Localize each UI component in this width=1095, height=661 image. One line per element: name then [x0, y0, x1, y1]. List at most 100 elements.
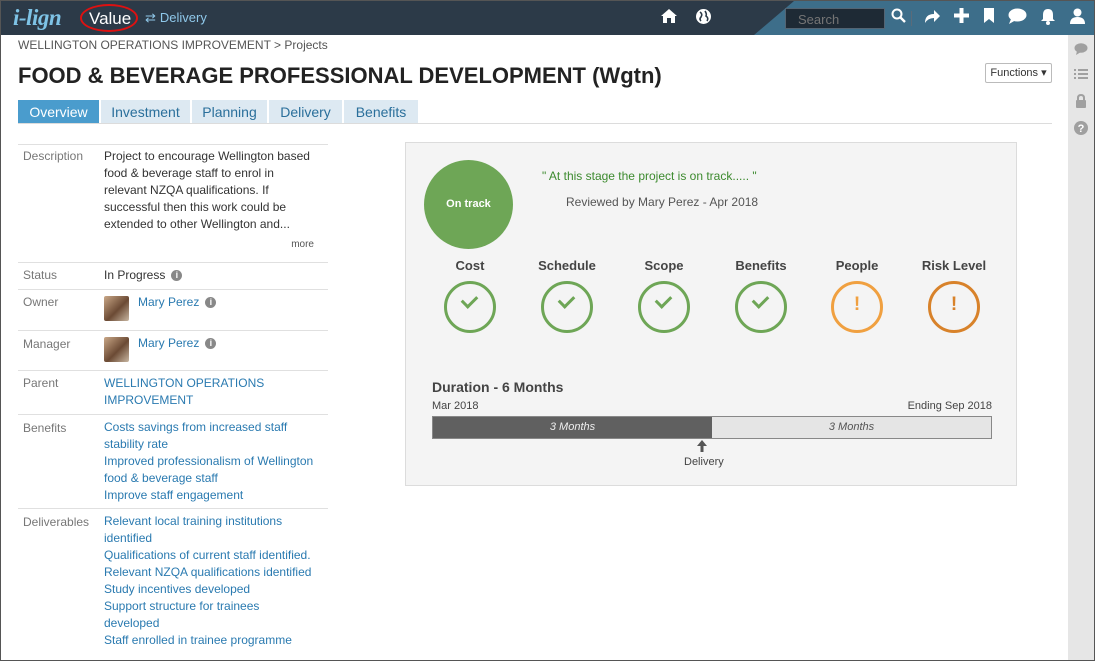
benefit-line[interactable]: Costs savings from increased staff [104, 419, 313, 436]
deliverable-line[interactable]: Support structure for trainees [104, 598, 311, 615]
search-icon[interactable] [891, 8, 906, 28]
benefits-list: Costs savings from increased staff stabi… [104, 419, 313, 504]
metric-risk-level[interactable]: Risk Level ! [909, 258, 999, 333]
metric-indicator [541, 281, 593, 333]
mode-indicator[interactable]: Value [80, 4, 138, 32]
description-row: Description Project to encourage Welling… [18, 144, 328, 263]
share-icon[interactable] [923, 8, 941, 29]
deliverable-line[interactable]: Staff enrolled in trainee programme [104, 632, 311, 649]
duration-start: Mar 2018 [432, 400, 479, 412]
list-icon[interactable] [1074, 68, 1088, 82]
duration-end: Ending Sep 2018 [907, 400, 992, 412]
benefit-line[interactable]: Improve staff engagement [104, 487, 313, 504]
deliverables-list: Relevant local training institutions ide… [104, 513, 311, 649]
benefit-line[interactable]: stability rate [104, 436, 313, 453]
user-icon[interactable] [1070, 8, 1085, 29]
metric-people[interactable]: People ! [812, 258, 902, 333]
benefits-label: Benefits [23, 421, 67, 435]
home-icon[interactable] [660, 8, 678, 29]
duration-title: Duration - 6 Months [432, 379, 564, 395]
parent-line[interactable]: WELLINGTON OPERATIONS [104, 375, 264, 392]
manager-avatar[interactable] [104, 337, 129, 362]
warning-icon: ! [950, 294, 958, 315]
metric-label: Schedule [538, 258, 596, 273]
owner-avatar[interactable] [104, 296, 129, 321]
owner-info-icon[interactable]: i [205, 297, 217, 308]
benefit-line[interactable]: Improved professionalism of Wellington [104, 453, 313, 470]
benefits-row: Benefits Costs savings from increased st… [18, 415, 328, 509]
description-line: successful then this work could be [104, 200, 287, 214]
deliverable-line[interactable]: Relevant local training institutions [104, 513, 311, 530]
tab-investment[interactable]: Investment [101, 100, 190, 124]
duration-bar: 3 Months 3 Months [432, 416, 992, 439]
check-icon [557, 291, 576, 309]
plus-icon[interactable] [954, 8, 969, 28]
metric-scope[interactable]: Scope [619, 258, 709, 333]
app-logo[interactable]: i-lign [13, 5, 62, 31]
more-link[interactable]: more [291, 239, 314, 250]
status-label: Status [23, 268, 58, 282]
deliverable-line[interactable]: identified [104, 530, 311, 547]
parent-link[interactable]: WELLINGTON OPERATIONS IMPROVEMENT [104, 375, 264, 409]
top-bar: i-lign Value ⇄ Delivery [1, 1, 1094, 35]
benefit-line[interactable]: food & beverage staff [104, 470, 313, 487]
owner-link[interactable]: Mary Perez [138, 295, 199, 309]
toolbar-separator [911, 11, 912, 26]
deliverables-row: Deliverables Relevant local training ins… [18, 509, 328, 659]
status-row: Status In Progress i [18, 263, 328, 290]
tab-planning[interactable]: Planning [192, 100, 267, 124]
right-rail: ? [1068, 35, 1094, 660]
metric-cost[interactable]: Cost [425, 258, 515, 333]
mode-label: Value [89, 9, 132, 28]
deliverable-line[interactable]: Qualifications of current staff identifi… [104, 547, 311, 564]
chat-icon[interactable] [1008, 8, 1027, 29]
project-details: Description Project to encourage Welling… [18, 144, 328, 659]
status-value: In Progress [104, 268, 166, 282]
check-icon [654, 291, 673, 309]
deliverable-line[interactable]: developed [104, 615, 311, 632]
manager-info-icon[interactable]: i [205, 338, 217, 349]
check-icon [751, 291, 770, 309]
breadcrumb-current[interactable]: Projects [284, 38, 327, 52]
switch-to-delivery-link[interactable]: ⇄ Delivery [145, 10, 207, 26]
parent-line[interactable]: IMPROVEMENT [104, 392, 264, 409]
breadcrumb-parent[interactable]: WELLINGTON OPERATIONS IMPROVEMENT [18, 38, 271, 52]
metric-label: Benefits [735, 258, 787, 273]
manager-link[interactable]: Mary Perez [138, 336, 199, 350]
metric-label: People [835, 258, 879, 273]
bookmark-icon[interactable] [983, 8, 995, 28]
duration-elapsed-segment: 3 Months [433, 417, 712, 438]
bell-icon[interactable] [1040, 8, 1056, 30]
breadcrumb: WELLINGTON OPERATIONS IMPROVEMENT > Proj… [18, 38, 328, 52]
comment-icon[interactable] [1074, 43, 1088, 57]
description-line: extended to other Wellington and... [104, 217, 290, 231]
metric-benefits[interactable]: Benefits [716, 258, 806, 333]
duration-remaining-segment: 3 Months [828, 421, 875, 433]
tab-overview[interactable]: Overview [18, 100, 99, 124]
tab-delivery[interactable]: Delivery [269, 100, 342, 124]
metric-indicator [638, 281, 690, 333]
switch-label: Delivery [159, 10, 207, 25]
app-frame: i-lign Value ⇄ Delivery Search ? WELLING… [0, 0, 1095, 661]
svg-text:?: ? [1078, 123, 1085, 135]
search-input[interactable] [785, 8, 885, 29]
parent-row: Parent WELLINGTON OPERATIONS IMPROVEMENT [18, 371, 328, 415]
globe-icon[interactable] [695, 8, 712, 30]
deliverable-line[interactable]: Study incentives developed [104, 581, 311, 598]
deliverable-line[interactable]: Relevant NZQA qualifications identified [104, 564, 311, 581]
help-icon[interactable]: ? [1074, 121, 1088, 135]
description-text: Project to encourage Wellington based fo… [104, 148, 310, 233]
metric-schedule[interactable]: Schedule [522, 258, 612, 333]
metric-label: Scope [644, 258, 684, 273]
tab-benefits[interactable]: Benefits [344, 100, 418, 124]
description-line: relevant NZQA qualifications. If [104, 183, 269, 197]
functions-dropdown-button[interactable]: Functions ▾ [985, 63, 1052, 83]
description-label: Description [23, 149, 84, 163]
description-line: Project to encourage Wellington based [104, 149, 310, 163]
manager-row: Manager Mary Perez i [18, 331, 328, 371]
lock-icon[interactable] [1074, 93, 1088, 108]
metric-indicator: ! [928, 281, 980, 333]
description-line: food & beverage staff to enrol in [104, 166, 274, 180]
status-info-icon[interactable]: i [171, 270, 183, 281]
delivery-marker-label: Delivery [684, 456, 724, 468]
